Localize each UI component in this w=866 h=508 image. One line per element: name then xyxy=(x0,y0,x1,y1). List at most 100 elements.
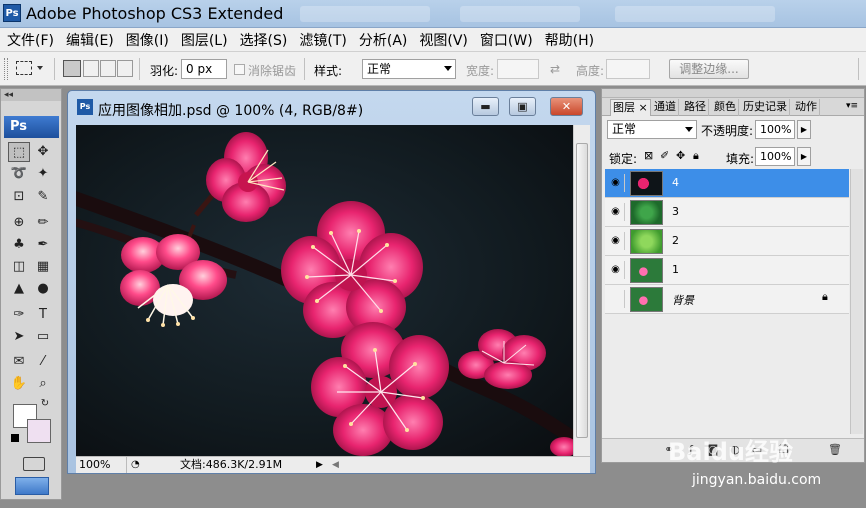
layer-row-3[interactable]: ◉ 3 xyxy=(605,198,849,227)
quick-mask-icon[interactable] xyxy=(23,457,45,471)
lock-transparent-icon[interactable]: ⊠ xyxy=(644,149,653,162)
options-bar-grip[interactable] xyxy=(4,58,8,80)
menu-view[interactable]: 视图(V) xyxy=(412,30,473,50)
status-menu-arrow-icon[interactable]: ▶ xyxy=(316,457,323,473)
history-brush-tool-icon[interactable]: ✒ xyxy=(32,235,54,255)
slice-tool-icon[interactable]: ✎ xyxy=(32,187,54,207)
document-canvas[interactable] xyxy=(76,125,573,456)
hand-tool-icon[interactable]: ✋ xyxy=(8,374,30,394)
menu-select[interactable]: 选择(S) xyxy=(233,30,293,50)
canvas-vertical-scrollbar[interactable] xyxy=(573,125,590,456)
minimize-button[interactable]: ▬ xyxy=(472,97,499,116)
tab-channels[interactable]: 通道 xyxy=(652,99,679,116)
move-tool-icon[interactable]: ✥ xyxy=(32,142,54,162)
opacity-input[interactable]: 100% xyxy=(755,120,795,139)
subtract-selection-icon[interactable] xyxy=(100,60,116,77)
shape-tool-icon[interactable]: ▭ xyxy=(32,327,54,347)
dodge-tool-icon[interactable]: ● xyxy=(32,279,54,299)
refine-edge-button[interactable]: 调整边缘... xyxy=(669,59,749,79)
notes-tool-icon[interactable]: ✉ xyxy=(8,352,30,372)
menu-layer[interactable]: 图层(L) xyxy=(174,30,233,50)
lasso-tool-icon[interactable]: ➰ xyxy=(8,164,30,184)
style-select[interactable]: 正常 xyxy=(362,59,456,79)
blend-mode-select[interactable]: 正常 xyxy=(607,120,697,139)
delete-layer-icon[interactable]: 🗑︎ xyxy=(828,443,842,457)
menu-window[interactable]: 窗口(W) xyxy=(473,30,538,50)
blur-tool-icon[interactable]: ▲ xyxy=(8,279,30,299)
photoshop-document-icon: Ps xyxy=(77,99,93,115)
new-selection-icon[interactable] xyxy=(63,60,81,77)
layers-scrollbar[interactable] xyxy=(850,169,863,434)
tab-close-icon[interactable]: × xyxy=(639,101,648,114)
chevron-down-icon[interactable] xyxy=(37,66,43,70)
tab-actions[interactable]: 动作 xyxy=(793,99,820,116)
visibility-eye-icon[interactable]: ◉ xyxy=(607,232,625,250)
opacity-slider-arrow-icon[interactable]: ▶ xyxy=(797,120,811,139)
tab-paths[interactable]: 路径 xyxy=(682,99,709,116)
type-tool-icon[interactable]: T xyxy=(32,305,54,325)
path-selection-tool-icon[interactable]: ➤ xyxy=(8,327,30,347)
scroll-left-icon[interactable]: ◀ xyxy=(332,457,339,473)
panel-menu-icon[interactable]: ▾≡ xyxy=(846,101,858,111)
visibility-eye-icon[interactable]: ◉ xyxy=(607,174,625,192)
layer-name[interactable]: 3 xyxy=(672,205,679,218)
swap-colors-icon[interactable]: ↻ xyxy=(38,397,52,411)
layer-row-2[interactable]: ◉ 2 xyxy=(605,227,849,256)
width-label: 宽度: xyxy=(466,64,495,78)
zoom-level-field[interactable]: 100% xyxy=(79,457,127,473)
pen-tool-icon[interactable]: ✑ xyxy=(8,305,30,325)
close-button[interactable]: ✕ xyxy=(550,97,583,116)
height-input[interactable] xyxy=(606,59,650,79)
eyedropper-tool-icon[interactable]: ⁄ xyxy=(32,352,54,372)
menu-edit[interactable]: 编辑(E) xyxy=(59,30,119,50)
add-selection-icon[interactable] xyxy=(83,60,99,77)
crop-tool-icon[interactable]: ⊡ xyxy=(8,187,30,207)
layer-thumbnail xyxy=(630,229,663,254)
layer-name[interactable]: 4 xyxy=(672,176,679,189)
default-colors-icon[interactable] xyxy=(11,434,19,442)
status-options-icon[interactable]: ◔ xyxy=(131,457,140,473)
tab-color[interactable]: 颜色 xyxy=(712,99,739,116)
feather-input[interactable]: 0 px xyxy=(181,59,227,79)
visibility-eye-icon[interactable]: ◉ xyxy=(607,261,625,279)
layer-row-background[interactable]: 背景 🔒︎ xyxy=(605,285,849,314)
tab-history[interactable]: 历史记录 xyxy=(741,99,790,116)
menu-filter[interactable]: 滤镜(T) xyxy=(292,30,351,50)
clone-stamp-tool-icon[interactable]: ♣ xyxy=(8,235,30,255)
layer-name[interactable]: 2 xyxy=(672,234,679,247)
swap-icon[interactable]: ⇄ xyxy=(550,62,560,76)
rect-marquee-tool-icon[interactable]: ⬚ xyxy=(8,142,30,162)
tab-layers[interactable]: 图层 × xyxy=(610,99,651,116)
layer-row-4[interactable]: ◉ 4 xyxy=(605,169,849,198)
zoom-tool-icon[interactable]: ⌕ xyxy=(32,374,54,394)
fill-input[interactable]: 100% xyxy=(755,147,795,166)
fill-slider-arrow-icon[interactable]: ▶ xyxy=(797,147,811,166)
marquee-tool-icon[interactable] xyxy=(16,61,32,75)
visibility-eye-icon[interactable]: ◉ xyxy=(607,203,625,221)
menu-help[interactable]: 帮助(H) xyxy=(538,30,599,50)
intersect-selection-icon[interactable] xyxy=(117,60,133,77)
visibility-empty-box[interactable] xyxy=(607,290,625,308)
lock-all-icon[interactable]: 🔒︎ xyxy=(693,149,699,163)
menu-analysis[interactable]: 分析(A) xyxy=(352,30,413,50)
layer-name[interactable]: 背景 xyxy=(672,292,694,308)
magic-wand-tool-icon[interactable]: ✦ xyxy=(32,164,54,184)
lock-position-icon[interactable]: ✥ xyxy=(676,149,685,162)
healing-brush-tool-icon[interactable]: ⊕ xyxy=(8,213,30,233)
gradient-tool-icon[interactable]: ▦ xyxy=(32,257,54,277)
width-input[interactable] xyxy=(497,59,539,79)
menu-file[interactable]: 文件(F) xyxy=(0,30,59,50)
layer-name[interactable]: 1 xyxy=(672,263,679,276)
maximize-button[interactable]: ▣ xyxy=(509,97,536,116)
panel-grip[interactable] xyxy=(602,89,864,98)
brush-tool-icon[interactable]: ✏ xyxy=(32,213,54,233)
toolbox-collapse-icon[interactable]: ◂◂ xyxy=(1,89,61,101)
eraser-tool-icon[interactable]: ◫ xyxy=(8,257,30,277)
lock-image-icon[interactable]: ✐ xyxy=(660,149,669,162)
layer-row-1[interactable]: ◉ 1 xyxy=(605,256,849,285)
antialias-checkbox[interactable] xyxy=(234,64,245,75)
background-color-swatch[interactable] xyxy=(27,419,51,443)
screen-mode-icon[interactable] xyxy=(15,477,49,495)
scrollbar-thumb[interactable] xyxy=(576,143,588,438)
menu-image[interactable]: 图像(I) xyxy=(119,30,174,50)
